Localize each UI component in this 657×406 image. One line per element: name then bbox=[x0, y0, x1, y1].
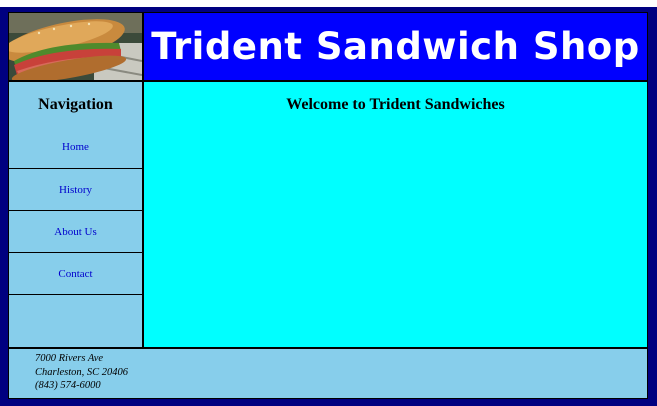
site-header: Trident Sandwich Shop bbox=[144, 13, 647, 80]
sandwich-icon bbox=[9, 13, 142, 80]
nav-link-about-us[interactable]: About Us bbox=[54, 226, 96, 238]
navigation-sidebar: Navigation Home History About Us Contact bbox=[9, 82, 142, 347]
nav-link-contact[interactable]: Contact bbox=[58, 268, 92, 280]
navigation-list: Home History About Us Contact bbox=[9, 125, 142, 295]
sandwich-logo-image bbox=[9, 13, 142, 80]
page-background: Trident Sandwich Shop Navigation Home Hi… bbox=[0, 7, 657, 406]
welcome-heading: Welcome to Trident Sandwiches bbox=[286, 96, 505, 113]
nav-item-contact: Contact bbox=[9, 253, 142, 295]
nav-link-home[interactable]: Home bbox=[62, 141, 89, 153]
main-content: Welcome to Trident Sandwiches bbox=[144, 82, 647, 347]
site-footer: 7000 Rivers Ave Charleston, SC 20406 (84… bbox=[9, 349, 647, 398]
address-block: 7000 Rivers Ave Charleston, SC 20406 (84… bbox=[35, 352, 128, 393]
nav-link-history[interactable]: History bbox=[59, 184, 92, 196]
nav-item-home: Home bbox=[9, 125, 142, 169]
nav-item-history: History bbox=[9, 169, 142, 211]
nav-item-about-us: About Us bbox=[9, 211, 142, 253]
layout-table: Trident Sandwich Shop Navigation Home Hi… bbox=[8, 12, 648, 399]
address-phone: (843) 574-6000 bbox=[35, 380, 101, 391]
navigation-heading: Navigation bbox=[38, 96, 113, 113]
address-street: 7000 Rivers Ave bbox=[35, 353, 104, 364]
top-strip bbox=[0, 0, 657, 7]
address-city: Charleston, SC 20406 bbox=[35, 366, 129, 378]
site-title: Trident Sandwich Shop bbox=[151, 25, 640, 68]
